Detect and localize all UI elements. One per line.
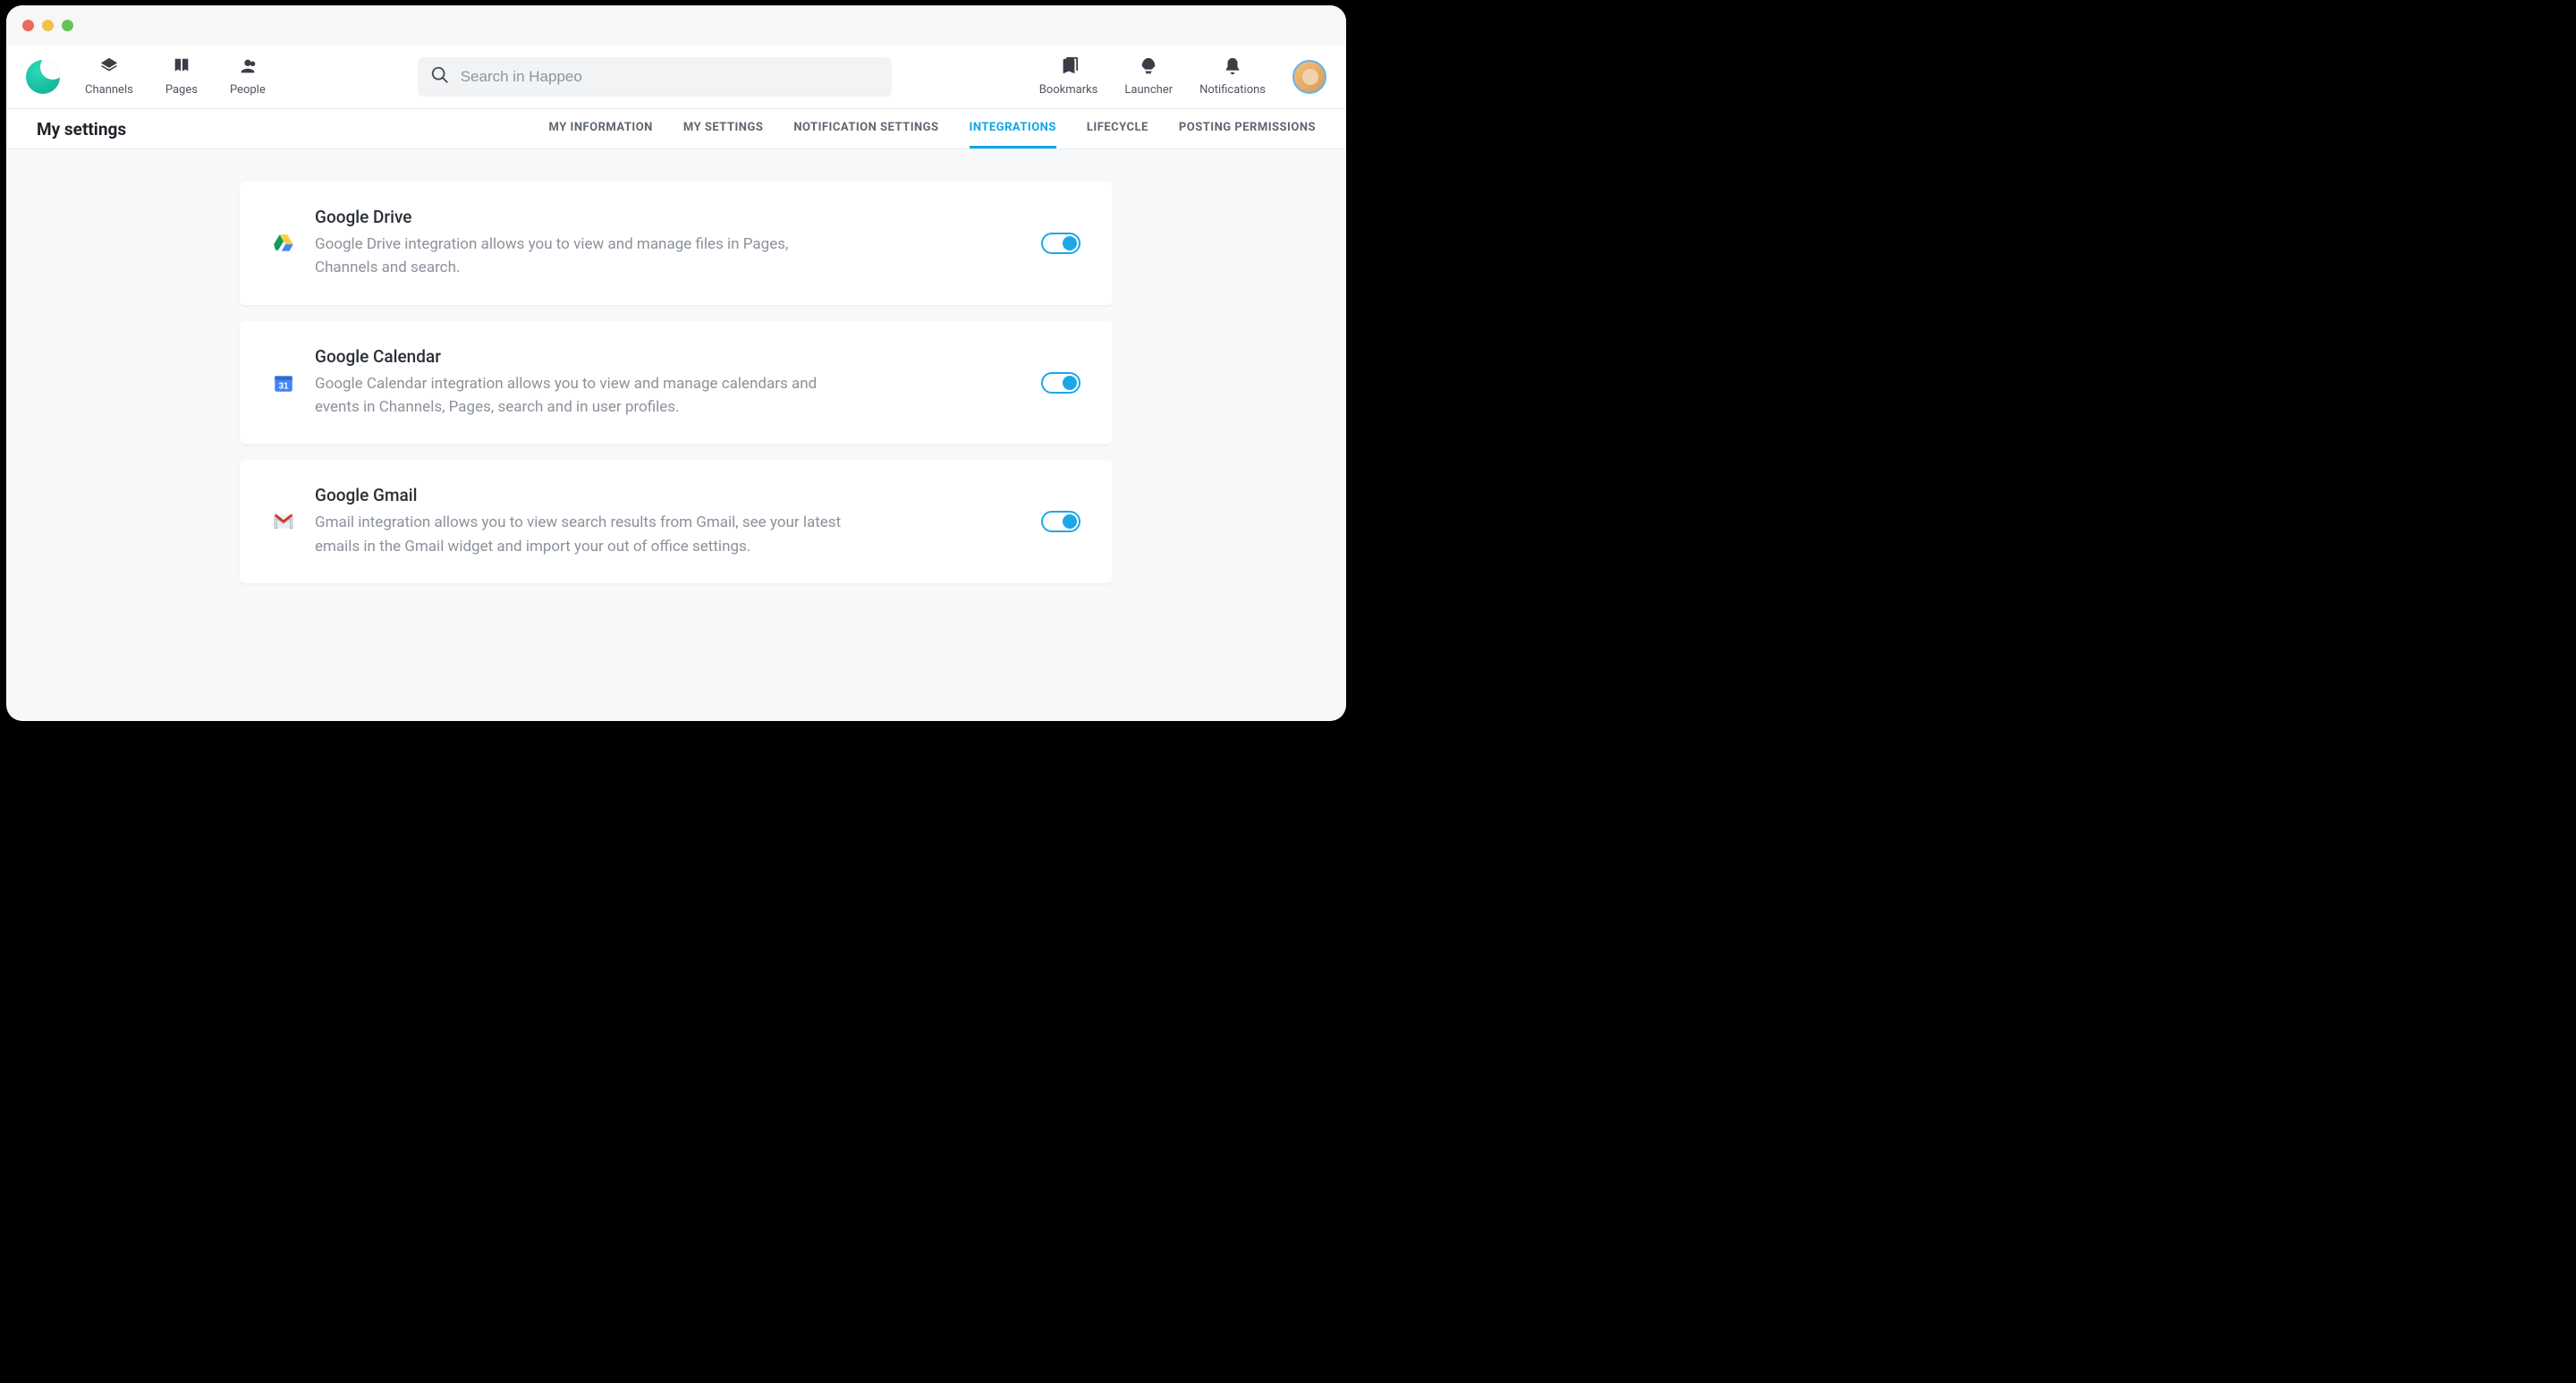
tab-integrations[interactable]: INTEGRATIONS bbox=[970, 109, 1056, 148]
layers-icon bbox=[99, 56, 119, 80]
nav-pages[interactable]: Pages bbox=[165, 56, 198, 97]
google-drive-icon bbox=[272, 232, 295, 255]
nav-bookmarks-label: Bookmarks bbox=[1039, 83, 1098, 97]
search-icon bbox=[430, 65, 450, 89]
tab-my-settings[interactable]: MY SETTINGS bbox=[683, 109, 763, 148]
nav-pages-label: Pages bbox=[165, 83, 198, 97]
window-close-button[interactable] bbox=[22, 20, 34, 31]
integration-toggle-google-calendar[interactable] bbox=[1041, 372, 1080, 394]
nav-right-group: Bookmarks Launcher Notifications bbox=[1039, 56, 1326, 97]
bookmarks-icon bbox=[1059, 56, 1079, 80]
people-icon bbox=[238, 56, 258, 80]
integration-title: Google Gmail bbox=[315, 485, 1021, 505]
google-calendar-icon: 31 bbox=[272, 371, 295, 395]
nav-launcher[interactable]: Launcher bbox=[1124, 56, 1173, 97]
nav-launcher-label: Launcher bbox=[1124, 83, 1173, 97]
user-avatar[interactable] bbox=[1292, 60, 1326, 94]
search-bar[interactable] bbox=[418, 57, 892, 97]
svg-text:31: 31 bbox=[279, 381, 289, 391]
integration-card-google-drive: Google Drive Google Drive integration al… bbox=[240, 182, 1113, 305]
integration-body: Google Drive Google Drive integration al… bbox=[315, 207, 1021, 280]
integration-desc: Google Drive integration allows you to v… bbox=[315, 233, 843, 280]
nav-left-group: Channels Pages People bbox=[85, 56, 266, 97]
nav-people-label: People bbox=[230, 83, 266, 97]
app-window: Channels Pages People bbox=[6, 5, 1346, 721]
content-area: Google Drive Google Drive integration al… bbox=[6, 149, 1346, 615]
search-input[interactable] bbox=[461, 68, 879, 86]
nav-notifications[interactable]: Notifications bbox=[1199, 56, 1266, 97]
tab-posting-permissions[interactable]: POSTING PERMISSIONS bbox=[1179, 109, 1316, 148]
rocket-icon bbox=[1139, 56, 1158, 80]
tab-my-information[interactable]: MY INFORMATION bbox=[549, 109, 653, 148]
integration-desc: Google Calendar integration allows you t… bbox=[315, 372, 843, 420]
integration-toggle-google-gmail[interactable] bbox=[1041, 511, 1080, 532]
nav-bookmarks[interactable]: Bookmarks bbox=[1039, 56, 1098, 97]
integration-desc: Gmail integration allows you to view sea… bbox=[315, 511, 843, 558]
window-titlebar bbox=[6, 5, 1346, 45]
integration-body: Google Gmail Gmail integration allows yo… bbox=[315, 485, 1021, 558]
nav-people[interactable]: People bbox=[230, 56, 266, 97]
tabs: MY INFORMATION MY SETTINGS NOTIFICATION … bbox=[549, 109, 1316, 148]
window-zoom-button[interactable] bbox=[62, 20, 73, 31]
sub-nav: My settings MY INFORMATION MY SETTINGS N… bbox=[6, 109, 1346, 149]
book-icon bbox=[172, 56, 191, 80]
integration-title: Google Drive bbox=[315, 207, 1021, 227]
integration-card-google-gmail: Google Gmail Gmail integration allows yo… bbox=[240, 460, 1113, 583]
app-logo[interactable] bbox=[26, 60, 60, 94]
nav-channels[interactable]: Channels bbox=[85, 56, 133, 97]
tab-notification-settings[interactable]: NOTIFICATION SETTINGS bbox=[793, 109, 938, 148]
nav-channels-label: Channels bbox=[85, 83, 133, 97]
integration-body: Google Calendar Google Calendar integrat… bbox=[315, 346, 1021, 420]
top-nav: Channels Pages People bbox=[6, 45, 1346, 109]
nav-notifications-label: Notifications bbox=[1199, 83, 1266, 97]
integration-toggle-google-drive[interactable] bbox=[1041, 233, 1080, 254]
tab-lifecycle[interactable]: LIFECYCLE bbox=[1087, 109, 1148, 148]
integration-card-google-calendar: 31 Google Calendar Google Calendar integ… bbox=[240, 321, 1113, 445]
integration-title: Google Calendar bbox=[315, 346, 1021, 367]
gmail-icon bbox=[272, 510, 295, 533]
page-title: My settings bbox=[37, 109, 126, 148]
window-minimize-button[interactable] bbox=[42, 20, 54, 31]
bell-icon bbox=[1223, 56, 1242, 80]
